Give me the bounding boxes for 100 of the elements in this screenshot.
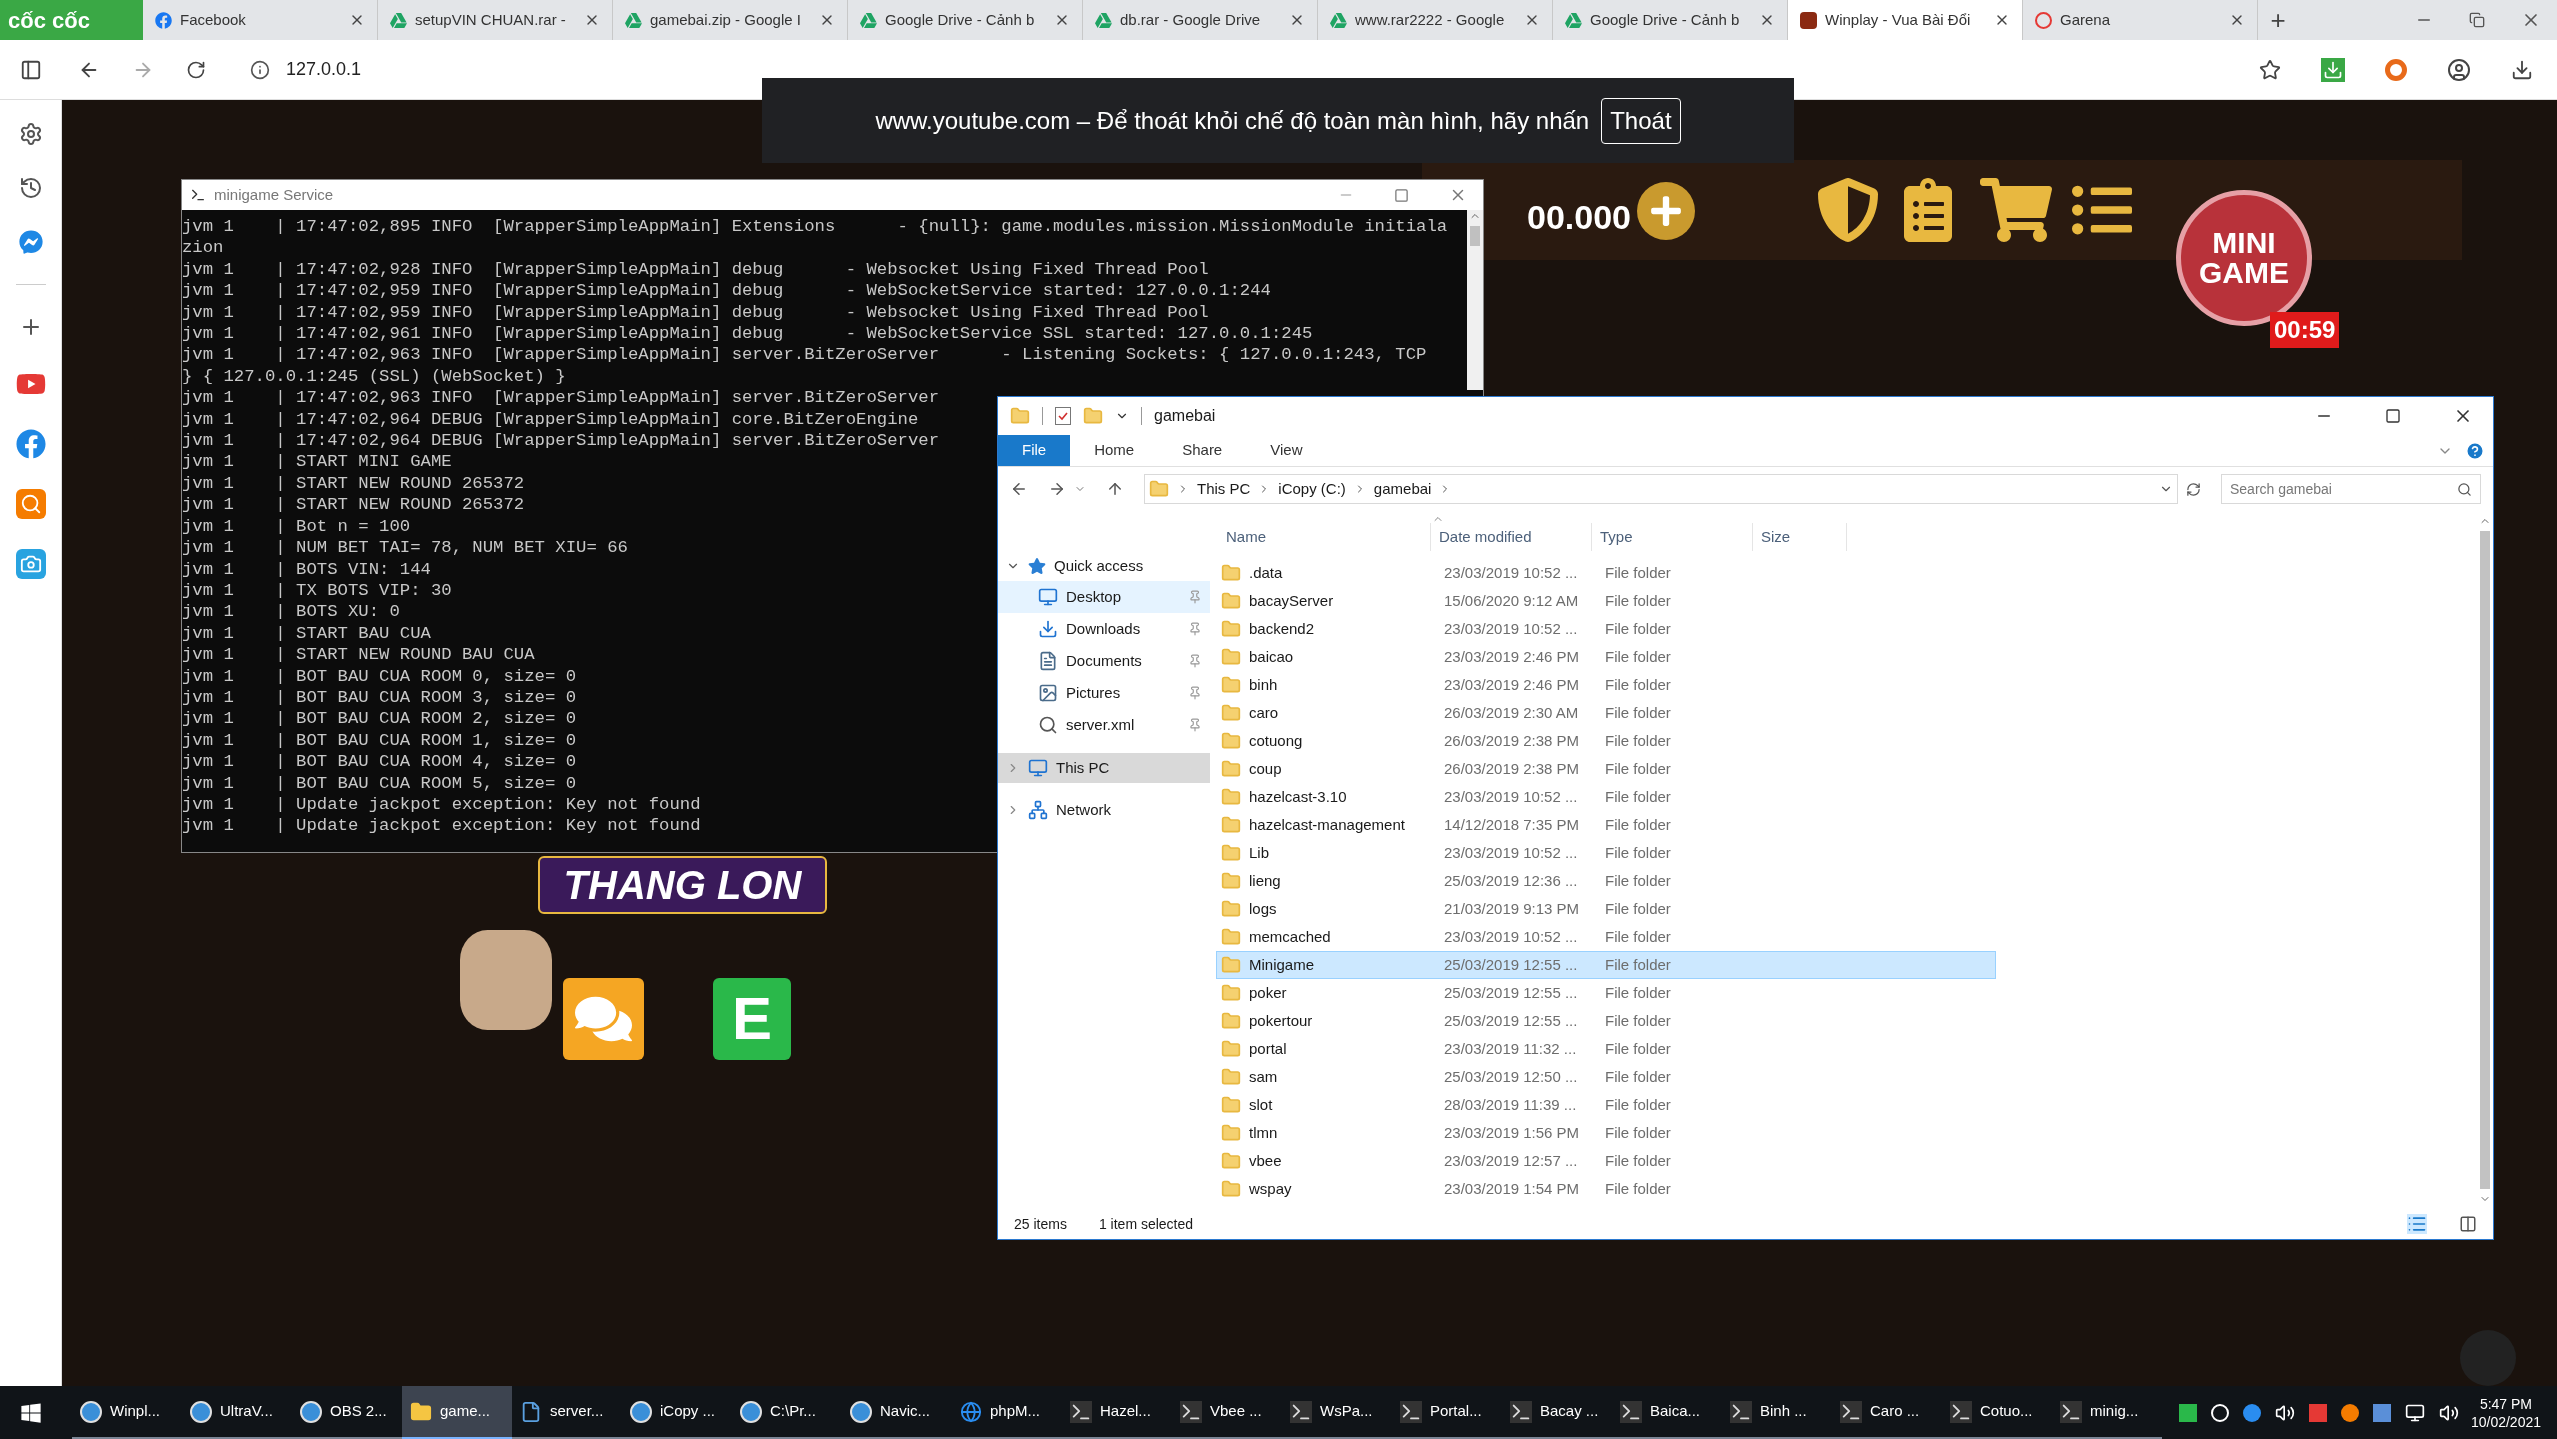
sidebar-icon[interactable] — [20, 58, 42, 81]
ribbon-tab[interactable]: Share — [1158, 435, 1247, 466]
nav-item[interactable]: This PC — [998, 753, 1210, 783]
file-row[interactable]: wspay 23/03/2019 1:54 PM File folder — [1216, 1175, 1996, 1203]
taskbar-item[interactable]: server... — [512, 1386, 622, 1439]
file-row[interactable]: backend2 23/03/2019 10:52 ... File folder — [1216, 615, 1996, 643]
history-icon[interactable] — [18, 176, 43, 200]
details-view-icon[interactable] — [2407, 1214, 2427, 1234]
taskbar-item[interactable]: Cotuo... — [1942, 1386, 2052, 1439]
address-field[interactable]: This PC iCopy (C:) gamebai — [1144, 474, 2178, 504]
file-row[interactable]: tlmn 23/03/2019 1:56 PM File folder — [1216, 1119, 1996, 1147]
breadcrumb-item[interactable]: iCopy (C:) — [1278, 477, 1346, 501]
taskbar-item[interactable]: Binh ... — [1722, 1386, 1832, 1439]
ribbon-tab[interactable]: Home — [1070, 435, 1159, 466]
tray-icon[interactable] — [2210, 1403, 2229, 1422]
column-header[interactable]: Type — [1592, 523, 1753, 551]
back-icon[interactable] — [1010, 480, 1028, 498]
tiles-view-icon[interactable] — [2459, 1215, 2477, 1233]
taskbar-item[interactable]: Portal... — [1392, 1386, 1502, 1439]
breadcrumb-item[interactable]: gamebai — [1373, 477, 1432, 501]
up-icon[interactable] — [1106, 480, 1124, 498]
ribbon-tab[interactable]: View — [1246, 435, 1327, 466]
start-icon[interactable] — [20, 1401, 42, 1424]
file-row[interactable]: poker 25/03/2019 12:55 ... File folder — [1216, 979, 1996, 1007]
nav-item[interactable]: server.xml — [998, 709, 1210, 741]
download-icon[interactable] — [2511, 58, 2533, 81]
file-row[interactable]: binh 23/03/2019 2:46 PM File folder — [1216, 671, 1996, 699]
file-row[interactable]: logs 21/03/2019 9:13 PM File folder — [1216, 895, 1996, 923]
column-header[interactable]: Date modified — [1431, 523, 1592, 551]
browser-tab[interactable]: Winplay - Vua Bài Đổi — [1788, 0, 2023, 40]
file-row[interactable]: cotuong 26/03/2019 2:38 PM File folder — [1216, 727, 1996, 755]
taskbar-item[interactable]: game... — [402, 1386, 512, 1439]
taskbar-item[interactable]: Baica... — [1612, 1386, 1722, 1439]
file-row[interactable]: bacayServer 15/06/2020 9:12 AM File folder — [1216, 587, 1996, 615]
settings-icon[interactable] — [18, 122, 43, 146]
address-field[interactable]: 127.0.0.1 — [238, 49, 838, 90]
maximize-icon[interactable] — [2385, 408, 2401, 424]
file-row[interactable]: hazelcast-3.10 23/03/2019 10:52 ... File folder — [1216, 783, 1996, 811]
maximize-icon[interactable] — [1394, 187, 1409, 203]
file-row[interactable]: pokertour 25/03/2019 12:55 ... File folder — [1216, 1007, 1996, 1035]
taskbar-item[interactable]: Vbee ... — [1172, 1386, 1282, 1439]
messenger-icon[interactable] — [18, 230, 43, 254]
taskbar-item[interactable]: iCopy ... — [622, 1386, 732, 1439]
file-row[interactable]: coup 26/03/2019 2:38 PM File folder — [1216, 755, 1996, 783]
scrollbar-thumb[interactable] — [1470, 226, 1480, 246]
nav-item[interactable]: Downloads — [998, 613, 1210, 645]
volume-icon[interactable] — [2438, 1402, 2459, 1423]
file-row[interactable]: sam 25/03/2019 12:50 ... File folder — [1216, 1063, 1996, 1091]
help-icon[interactable] — [2465, 440, 2485, 461]
new-tab-button[interactable]: + — [2258, 0, 2298, 40]
nav-item[interactable]: Pictures — [998, 677, 1210, 709]
clock[interactable]: 5:47 PM 10/02/2021 — [2470, 1394, 2557, 1431]
exit-button[interactable]: Thoát — [1601, 97, 1681, 144]
file-row[interactable]: portal 23/03/2019 11:32 ... File folder — [1216, 1035, 1996, 1063]
profile-icon[interactable] — [2447, 57, 2471, 82]
file-row[interactable]: Lib 23/03/2019 10:52 ... File folder — [1216, 839, 1996, 867]
taskbar-item[interactable]: minig... — [2052, 1386, 2162, 1439]
taskbar-item[interactable]: phpM... — [952, 1386, 1062, 1439]
bookmark-icon[interactable] — [2259, 58, 2281, 81]
file-row[interactable]: vbee 23/03/2019 12:57 ... File folder — [1216, 1147, 1996, 1175]
file-row[interactable]: hazelcast-management 14/12/2018 7:35 PM File folder — [1216, 811, 1996, 839]
camera-icon[interactable] — [15, 549, 46, 579]
taskbar-item[interactable]: Bacay ... — [1502, 1386, 1612, 1439]
restore-icon[interactable] — [2469, 12, 2485, 28]
taskbar-item[interactable]: UltraV... — [182, 1386, 292, 1439]
taskbar-item[interactable]: Navic... — [842, 1386, 952, 1439]
properties-icon[interactable] — [1055, 407, 1071, 425]
taskbar-item[interactable]: Hazel... — [1062, 1386, 1172, 1439]
taskbar-item[interactable]: Winpl... — [72, 1386, 182, 1439]
nav-item[interactable]: Desktop — [998, 581, 1210, 613]
file-row[interactable]: baicao 23/03/2019 2:46 PM File folder — [1216, 643, 1996, 671]
breadcrumb-item[interactable]: This PC — [1197, 477, 1251, 501]
column-header[interactable]: Size — [1753, 523, 1847, 551]
file-row[interactable]: lieng 25/03/2019 12:36 ... File folder — [1216, 867, 1996, 895]
refresh-icon[interactable] — [2186, 481, 2201, 497]
extension-icon[interactable] — [2385, 58, 2407, 81]
nav-item[interactable]: Network — [998, 795, 1210, 825]
reload-icon[interactable] — [186, 59, 206, 80]
column-header[interactable]: Name — [1218, 523, 1431, 551]
file-row[interactable]: slot 28/03/2019 11:39 ... File folder — [1216, 1091, 1996, 1119]
search-icon[interactable] — [15, 489, 46, 519]
ribbon-tab[interactable]: File — [998, 435, 1071, 466]
file-row[interactable]: .data 23/03/2019 10:52 ... File folder — [1216, 559, 1996, 587]
file-row[interactable]: Minigame 25/03/2019 12:55 ... File folder — [1216, 951, 1996, 979]
file-row[interactable]: caro 26/03/2019 2:30 AM File folder — [1216, 699, 1996, 727]
shield-icon[interactable] — [1816, 178, 1880, 242]
forward-icon[interactable] — [1048, 480, 1066, 498]
tray-icon[interactable] — [2178, 1403, 2197, 1422]
nav-item[interactable]: Documents — [998, 645, 1210, 677]
facebook-icon[interactable] — [15, 429, 46, 459]
volume-icon[interactable] — [2274, 1402, 2295, 1423]
file-row[interactable]: memcached 23/03/2019 10:52 ... File folder — [1216, 923, 1996, 951]
nav-item[interactable]: Quick access — [998, 551, 1210, 581]
tray-icon[interactable] — [2340, 1403, 2359, 1422]
search-field[interactable]: Search gamebai — [2221, 474, 2481, 504]
taskbar-item[interactable]: WsPa... — [1282, 1386, 1392, 1439]
taskbar-item[interactable]: C:\Pr... — [732, 1386, 842, 1439]
cart-icon[interactable] — [1980, 178, 2052, 242]
taskbar-item[interactable]: Caro ... — [1832, 1386, 1942, 1439]
tray-icon[interactable] — [2372, 1403, 2391, 1422]
